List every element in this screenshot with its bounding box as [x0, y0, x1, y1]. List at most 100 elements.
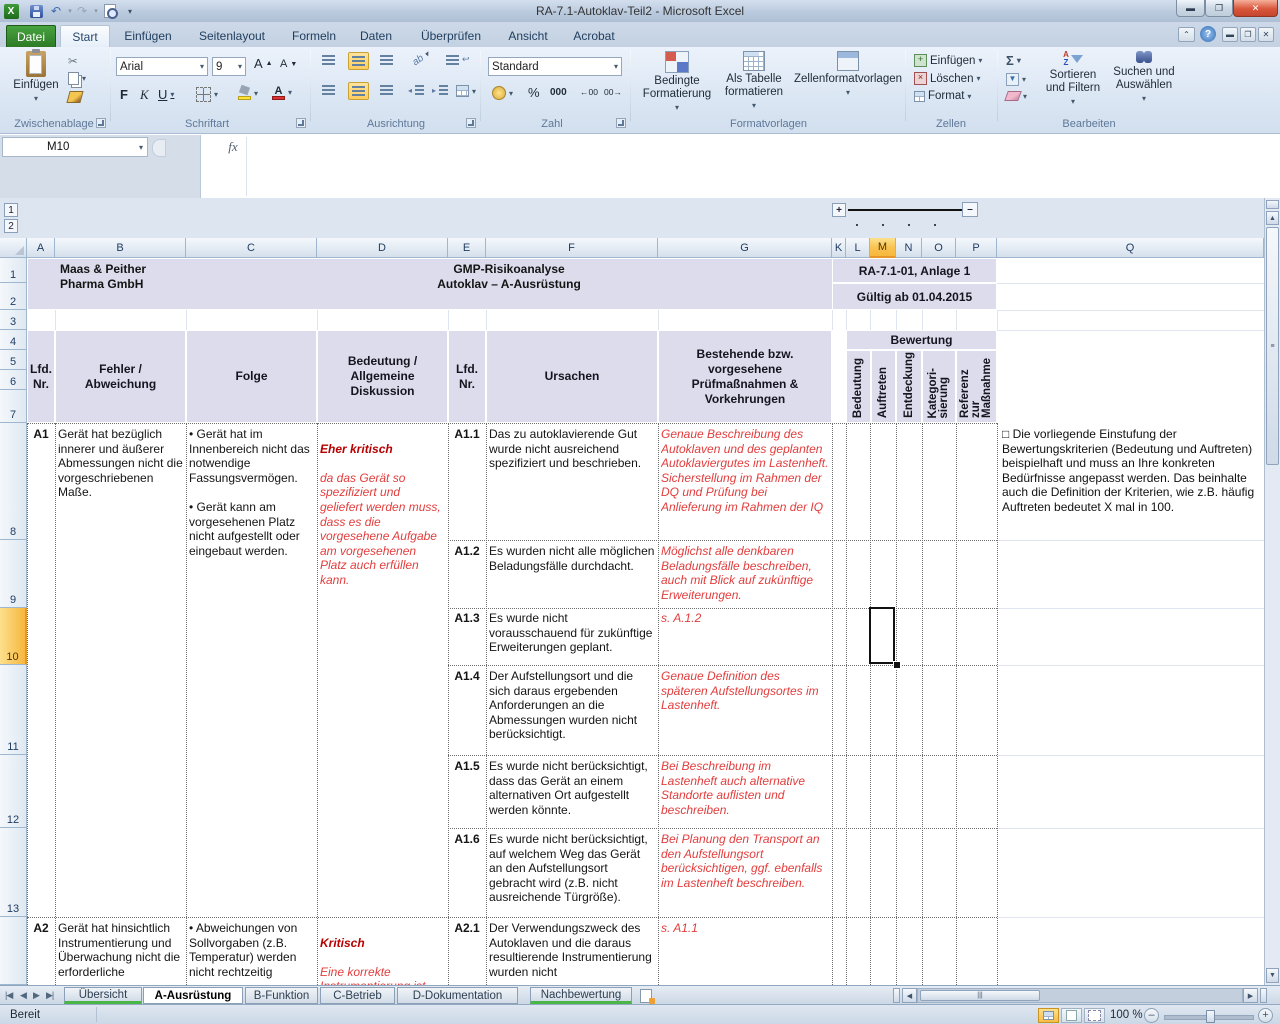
align-middle-button[interactable]: [348, 52, 369, 70]
outline-expand-button[interactable]: +: [832, 203, 846, 217]
tab-daten[interactable]: Daten: [348, 25, 404, 47]
cell-a1-6-id[interactable]: A1.6: [448, 832, 486, 847]
cell-a1-6-ursache[interactable]: Es wurde nicht berücksichtigt, auf welch…: [489, 832, 655, 905]
scroll-down-icon[interactable]: ▼: [1266, 968, 1279, 983]
prev-sheet-icon[interactable]: ◀: [20, 990, 26, 1001]
row-header-14-clipped[interactable]: [0, 917, 27, 985]
column-header-o[interactable]: O: [922, 238, 956, 258]
tab-datei[interactable]: Datei: [6, 25, 56, 47]
bold-button[interactable]: F: [120, 87, 128, 102]
vertical-scrollbar[interactable]: ▲ ≡ ▼: [1264, 198, 1280, 985]
header-rot-referenz[interactable]: Referenz zur Maßnahme: [957, 351, 996, 422]
name-box-dropdown-icon[interactable]: ▾: [139, 143, 143, 152]
cell-a2-bedeutung[interactable]: Kritisch Eine korrekte Instrumentierung …: [320, 921, 445, 985]
increase-decimal-button[interactable]: ←00: [580, 87, 598, 97]
tab-seitenlayout[interactable]: Seitenlayout: [186, 25, 278, 47]
cell-a1-3-id[interactable]: A1.3: [448, 611, 486, 626]
ribbon-collapse-chevron-icon[interactable]: ⌃: [1178, 27, 1195, 42]
cell-a1-fehler[interactable]: Gerät hat bezüglich innerer und äußerer …: [58, 427, 184, 500]
outline-collapse-button[interactable]: –: [962, 202, 978, 217]
cell-a1-4-id[interactable]: A1.4: [448, 669, 486, 684]
format-as-table-button[interactable]: Als Tabelle formatieren ▾: [716, 51, 792, 112]
column-header-c[interactable]: C: [186, 238, 317, 258]
comma-style-button[interactable]: 000: [550, 87, 567, 98]
zoom-slider-handle[interactable]: [1206, 1010, 1215, 1023]
cell-a1-6-massnahme[interactable]: Bei Planung den Transport an den Aufstel…: [661, 832, 829, 890]
autosum-button[interactable]: Σ▾: [1006, 53, 1021, 68]
format-cells-button[interactable]: Format▾: [914, 90, 971, 102]
selected-cell-m10[interactable]: [869, 607, 895, 664]
header-rot-auftreten[interactable]: Auftreten: [872, 351, 895, 422]
increase-indent-button[interactable]: ▸: [432, 85, 448, 95]
paste-button[interactable]: Einfügen ▾: [10, 51, 62, 105]
column-header-e[interactable]: E: [448, 238, 486, 258]
column-header-q[interactable]: Q: [997, 238, 1264, 258]
first-sheet-icon[interactable]: |◀: [5, 990, 12, 1001]
workbook-close-button[interactable]: ✕: [1258, 27, 1274, 42]
italic-button[interactable]: K: [140, 87, 149, 103]
delete-cells-button[interactable]: × Löschen▾: [914, 72, 981, 85]
cell-a1-1-ursache[interactable]: Das zu autoklavierende Gut wurde nicht a…: [489, 427, 655, 471]
row-header-1[interactable]: 1: [0, 258, 27, 283]
fill-color-button[interactable]: ▾: [238, 86, 258, 100]
cell-a1-2-id[interactable]: A1.2: [448, 544, 486, 559]
cut-button[interactable]: ✂: [68, 54, 78, 68]
header-rot-entdeckung[interactable]: Entdeckung: [897, 351, 921, 422]
view-normal-button[interactable]: [1038, 1008, 1059, 1023]
copy-button[interactable]: ▾: [68, 72, 86, 85]
align-right-button[interactable]: [380, 85, 393, 95]
decrease-decimal-button[interactable]: 00→: [604, 87, 622, 97]
align-left-button[interactable]: [322, 85, 335, 95]
conditional-formatting-button[interactable]: Bedingte Formatierung ▾: [640, 51, 714, 114]
cell-a1-bedeutung[interactable]: Eher kritisch da das Gerät so spezifizie…: [320, 427, 445, 588]
cell-a1-3-massnahme[interactable]: s. A.1.2: [661, 611, 829, 626]
column-header-d[interactable]: D: [317, 238, 448, 258]
row-header-2[interactable]: 2: [0, 283, 27, 310]
sheet-tab-uebersicht[interactable]: Übersicht: [64, 987, 142, 1004]
font-family-select[interactable]: Arial▾: [116, 57, 208, 76]
horizontal-scroll-thumb[interactable]: |||: [920, 990, 1040, 1001]
formula-input[interactable]: [200, 135, 1280, 198]
tab-start[interactable]: Start: [60, 25, 110, 47]
maximize-button[interactable]: ❐: [1205, 0, 1233, 17]
borders-button[interactable]: ▾: [196, 87, 218, 102]
accounting-format-button[interactable]: ▾: [492, 86, 513, 100]
close-button[interactable]: ✕: [1233, 0, 1278, 17]
header-bewertung[interactable]: Bewertung: [847, 331, 996, 349]
column-header-n[interactable]: N: [896, 238, 922, 258]
outline-level-2-button[interactable]: 2: [4, 219, 18, 233]
decrease-indent-button[interactable]: ◂: [408, 85, 424, 95]
align-bottom-button[interactable]: [380, 55, 393, 65]
cell-doc-ref[interactable]: RA-7.1-01, Anlage 1: [833, 259, 996, 282]
zoom-out-button[interactable]: –: [1144, 1008, 1159, 1023]
sheet-tab-nachbewertung[interactable]: Nachbewertung: [530, 987, 632, 1004]
hscroll-left-icon[interactable]: ◀: [902, 988, 917, 1003]
select-all-corner[interactable]: [0, 238, 27, 258]
font-color-button[interactable]: A ▾: [272, 85, 292, 100]
insert-function-button[interactable]: fx: [222, 138, 244, 156]
cell-a1-2-ursache[interactable]: Es wurden nicht alle möglichen Beladungs…: [489, 544, 655, 573]
tab-ansicht[interactable]: Ansicht: [498, 25, 558, 47]
insert-cells-button[interactable]: + Einfügen▾: [914, 54, 982, 67]
cell-styles-button[interactable]: Zellenformatvorlagen ▾: [794, 51, 902, 99]
minimize-button[interactable]: ▬: [1176, 0, 1205, 17]
header-ursachen[interactable]: Ursachen: [487, 331, 657, 422]
outline-level-1-button[interactable]: 1: [4, 203, 18, 217]
vertical-split-handle[interactable]: [1266, 200, 1279, 209]
find-select-button[interactable]: Suchen und Auswählen ▾: [1110, 51, 1178, 105]
column-header-p[interactable]: P: [956, 238, 997, 258]
format-painter-button[interactable]: [68, 91, 82, 103]
header-lfd-nr-2[interactable]: Lfd. Nr.: [449, 331, 485, 422]
view-layout-button[interactable]: [1061, 1008, 1082, 1023]
column-header-f[interactable]: F: [486, 238, 658, 258]
scroll-up-icon[interactable]: ▲: [1266, 211, 1279, 225]
cell-a1-1-massnahme[interactable]: Genaue Beschreibung des Autoklaven und d…: [661, 427, 829, 515]
row-header-7[interactable]: 7: [0, 390, 27, 423]
number-format-select[interactable]: Standard▾: [488, 57, 622, 76]
column-header-m-selected[interactable]: M: [870, 238, 896, 258]
grow-font-button[interactable]: A▲: [254, 56, 273, 71]
font-size-select[interactable]: 9▾: [212, 57, 246, 76]
cell-a1-5-id[interactable]: A1.5: [448, 759, 486, 774]
cell-a1-4-ursache[interactable]: Der Aufstellungsort und die sich daraus …: [489, 669, 655, 742]
cell-a1-5-ursache[interactable]: Es wurde nicht berücksichtigt, dass das …: [489, 759, 655, 817]
